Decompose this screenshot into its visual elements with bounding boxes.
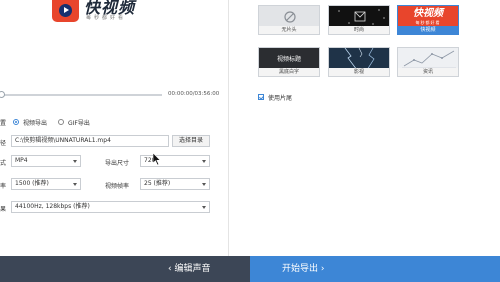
audio-label: 果 bbox=[0, 206, 7, 213]
use-outro-label: 使用片尾 bbox=[268, 95, 293, 102]
intro-thumb-caption: 时尚 bbox=[329, 26, 389, 34]
chevron-down-icon bbox=[73, 183, 77, 186]
lightning-icon bbox=[329, 47, 389, 71]
title-card-text: 视频标题 bbox=[276, 56, 301, 63]
intro-thumb-black-white[interactable]: 视频标题 黑底白字 bbox=[258, 47, 320, 77]
frame-rate-value: 25 (推荐) bbox=[144, 180, 171, 187]
bitrate-label: 率 bbox=[0, 183, 7, 190]
edit-audio-button[interactable]: ‹ 编辑声音 bbox=[168, 256, 210, 282]
chevron-down-icon bbox=[73, 160, 77, 163]
frame-rate-label: 视频帧率 bbox=[105, 183, 130, 190]
gif-export-radio[interactable] bbox=[58, 119, 64, 125]
video-export-label: 视频导出 bbox=[23, 120, 48, 127]
app-logo-icon bbox=[52, 0, 79, 22]
footer-left-bar: ‹ 编辑声音 bbox=[0, 256, 250, 282]
export-path-field[interactable]: C:\快剪辑视频\UNNATURAL1.mp4 bbox=[11, 135, 169, 147]
format-label: 式 bbox=[0, 160, 7, 167]
frame-rate-select[interactable]: 25 (推荐) bbox=[140, 178, 210, 190]
intro-thumb-news[interactable]: 资讯 bbox=[397, 47, 459, 77]
footer-right-bar: 开始导出 › bbox=[250, 256, 500, 282]
chart-icon bbox=[398, 48, 458, 70]
gif-export-label: GIF导出 bbox=[68, 120, 90, 127]
use-outro-checkbox[interactable] bbox=[258, 94, 264, 100]
export-mode-label: 置 bbox=[0, 120, 7, 127]
bitrate-value: 1500 (推荐) bbox=[15, 180, 49, 187]
kuaishipin-thumb-title: 快视频 bbox=[413, 8, 443, 19]
intro-outro-panel bbox=[229, 0, 500, 256]
export-size-select[interactable]: 720 bbox=[140, 155, 210, 167]
intro-thumb-caption: 影视 bbox=[329, 68, 389, 76]
intro-thumb-film[interactable]: 影视 bbox=[328, 47, 390, 77]
intro-thumb-caption: 黑底白字 bbox=[259, 68, 319, 76]
intro-thumb-caption: 资讯 bbox=[398, 68, 458, 76]
intro-thumb-caption: 无片头 bbox=[259, 26, 319, 34]
audio-quality-select[interactable]: 44100Hz, 128kbps (推荐) bbox=[11, 201, 210, 213]
export-settings-panel: 快视频 每秒都好看 00:00:00/03:56:00 置 视频导出 GIF导出… bbox=[0, 0, 228, 256]
chevron-down-icon bbox=[202, 206, 206, 209]
video-export-radio[interactable] bbox=[13, 119, 19, 125]
chevron-right-icon: › bbox=[318, 264, 325, 274]
intro-thumb-fashion[interactable]: 时尚 bbox=[328, 5, 390, 35]
audio-quality-value: 44100Hz, 128kbps (推荐) bbox=[15, 203, 90, 210]
playback-progress-knob[interactable] bbox=[0, 91, 5, 98]
intro-thumb-caption: 快视频 bbox=[398, 26, 458, 34]
chevron-down-icon bbox=[202, 160, 206, 163]
intro-thumb-kuaishipin[interactable]: 快视频 每秒都好看 快视频 bbox=[397, 5, 459, 35]
film-icon bbox=[329, 6, 389, 28]
format-value: MP4 bbox=[15, 157, 28, 164]
start-export-button[interactable]: 开始导出 › bbox=[282, 256, 324, 282]
playback-progress-bar[interactable] bbox=[0, 94, 162, 96]
none-icon bbox=[259, 6, 319, 28]
export-size-label: 导出尺寸 bbox=[105, 160, 130, 167]
chevron-down-icon bbox=[202, 183, 206, 186]
browse-directory-button[interactable]: 选择目录 bbox=[172, 135, 210, 147]
kuaishipin-logo-picture: 快视频 每秒都好看 bbox=[398, 6, 458, 28]
start-export-label: 开始导出 bbox=[282, 264, 319, 274]
format-select[interactable]: MP4 bbox=[11, 155, 81, 167]
app-logo-slogan: 每秒都好看 bbox=[86, 15, 127, 21]
path-label: 径 bbox=[0, 140, 7, 147]
playback-time: 00:00:00/03:56:00 bbox=[168, 91, 220, 97]
intro-thumb-none[interactable]: 无片头 bbox=[258, 5, 320, 35]
bitrate-select[interactable]: 1500 (推荐) bbox=[11, 178, 81, 190]
edit-audio-label: 编辑声音 bbox=[174, 264, 211, 274]
title-card-picture: 视频标题 bbox=[259, 48, 319, 70]
